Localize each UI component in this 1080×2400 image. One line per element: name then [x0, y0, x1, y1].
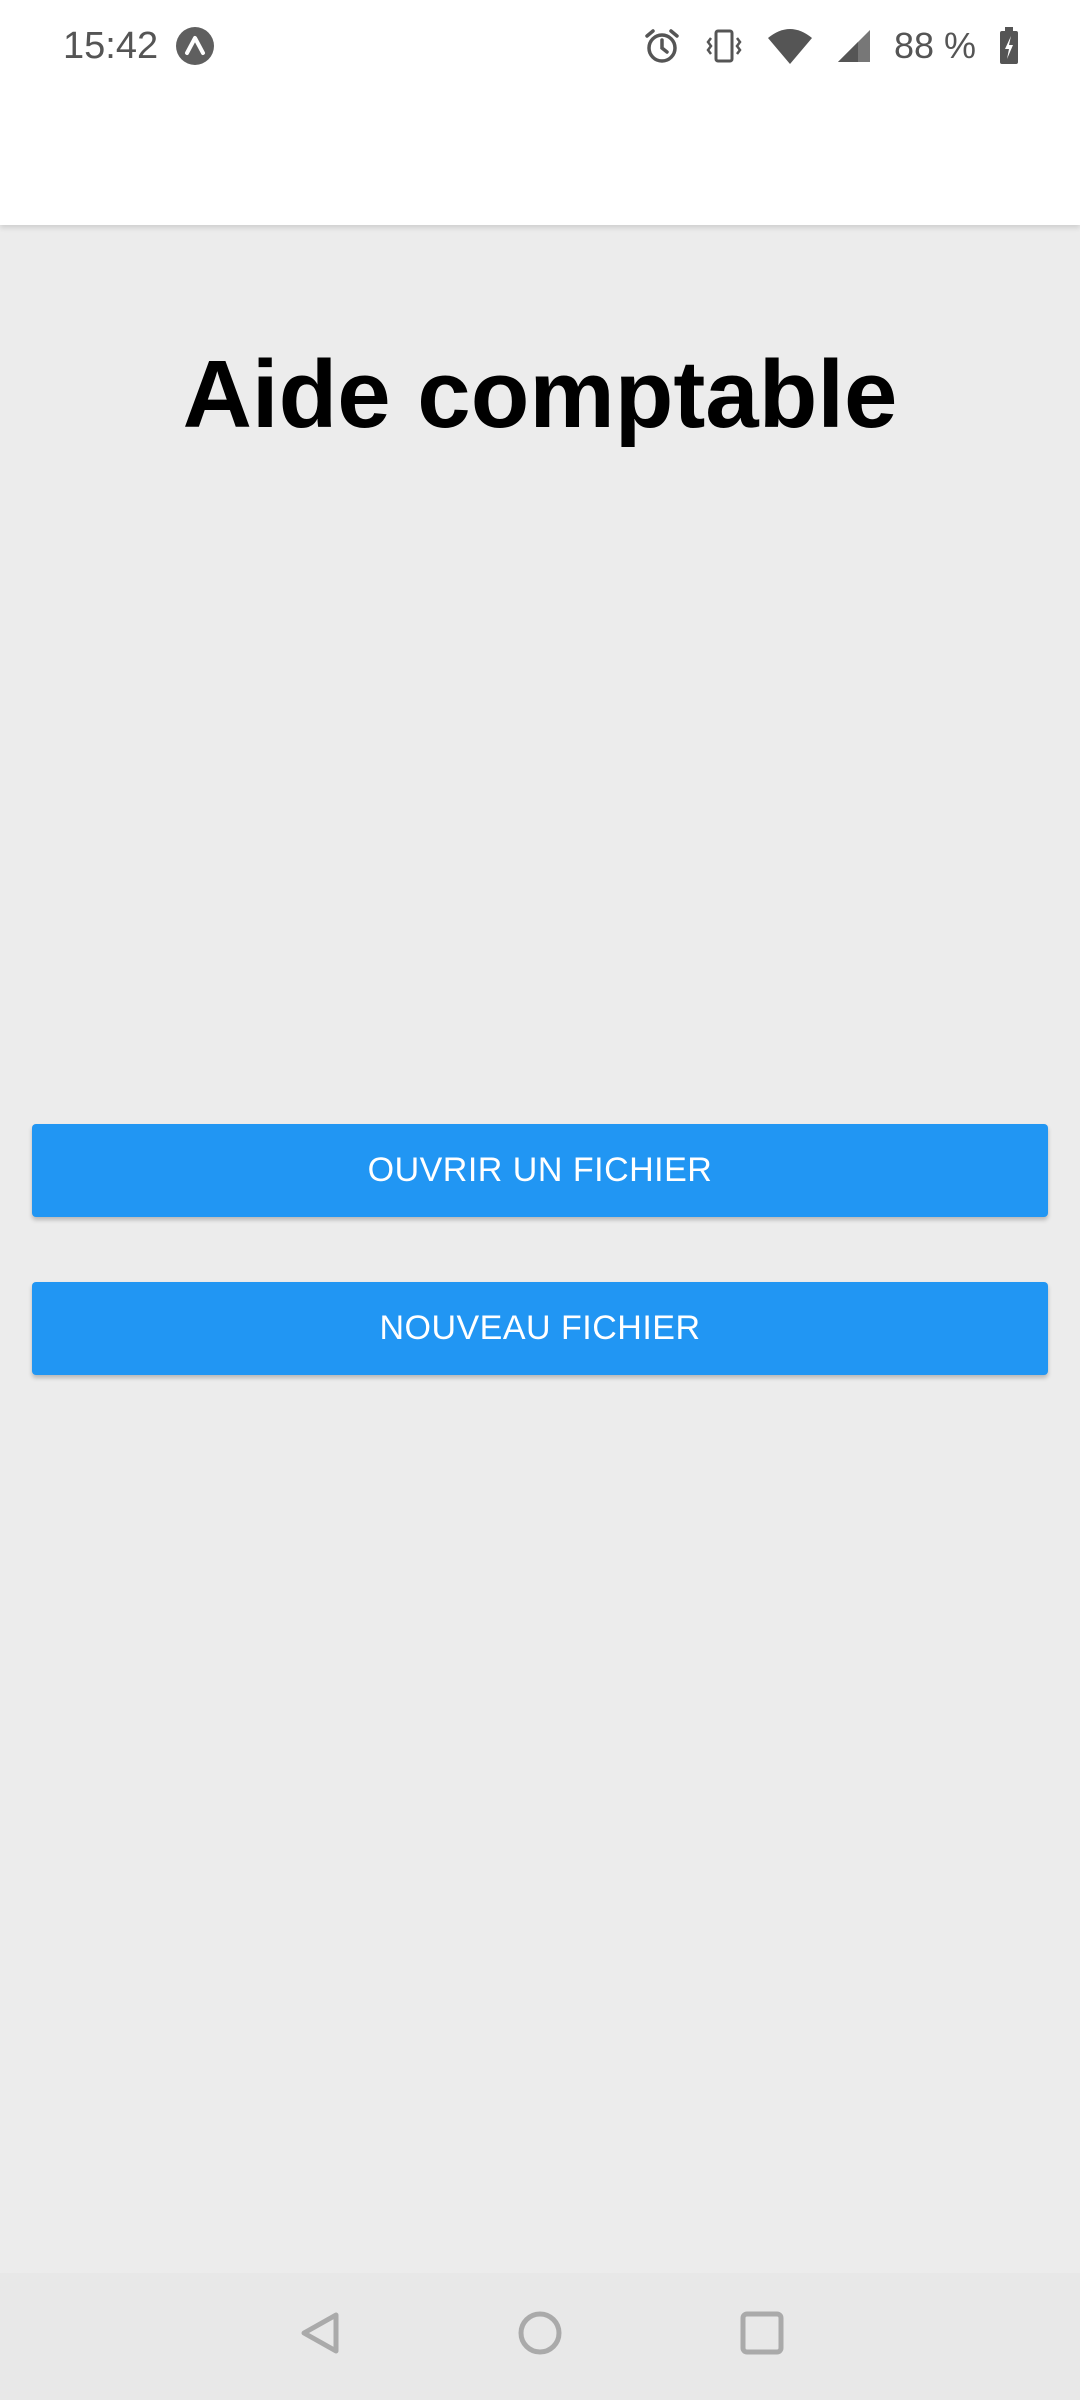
alarm-icon: [642, 26, 682, 66]
battery-charging-icon: [998, 26, 1020, 66]
wifi-icon: [766, 26, 814, 66]
new-file-button[interactable]: NOUVEAU FICHIER: [32, 1282, 1048, 1375]
status-time: 15:42: [63, 25, 159, 67]
home-button[interactable]: [500, 2295, 580, 2375]
recents-icon: [739, 2310, 785, 2361]
screen: 15:42 88 % Aide comptable OUVRIR UN FICH…: [0, 0, 1080, 2400]
page-title: Aide comptable: [182, 341, 898, 448]
navigation-bar: [0, 2273, 1080, 2400]
app-header: 15:42 88 %: [0, 0, 1080, 225]
expo-app-icon: [175, 26, 215, 66]
cell-signal-icon: [836, 26, 872, 66]
back-button[interactable]: [280, 2295, 360, 2375]
vibrate-icon: [704, 26, 744, 66]
recents-button[interactable]: [722, 2295, 802, 2375]
back-icon: [298, 2309, 342, 2362]
home-icon: [516, 2309, 564, 2362]
open-file-button[interactable]: OUVRIR UN FICHIER: [32, 1124, 1048, 1217]
status-icons: 88 %: [620, 22, 1020, 70]
status-bar: 15:42 88 %: [0, 0, 1080, 92]
battery-percentage: 88 %: [893, 25, 976, 66]
